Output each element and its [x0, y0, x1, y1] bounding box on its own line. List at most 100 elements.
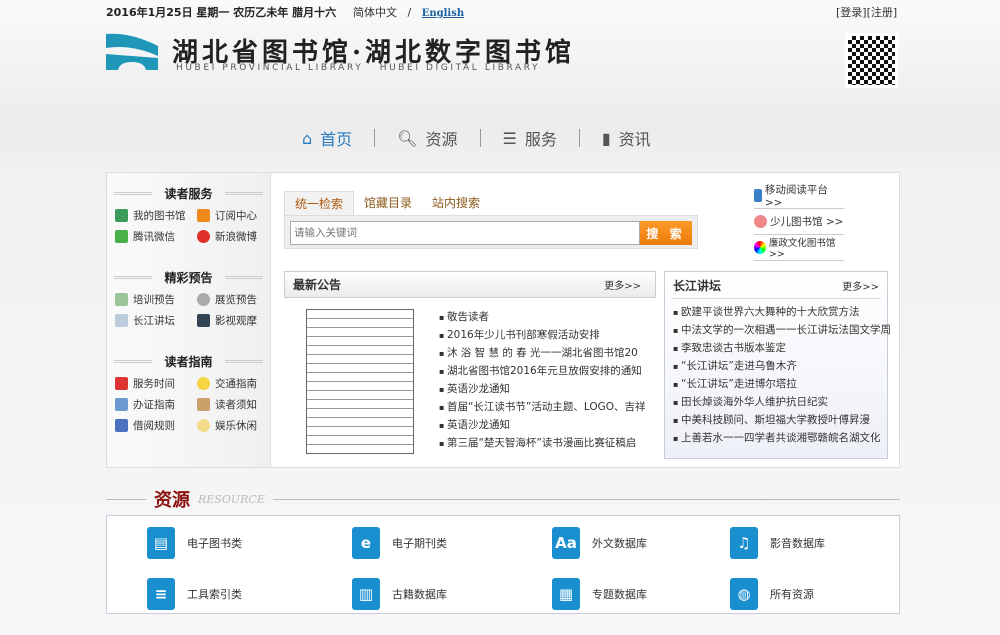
login-link[interactable]: [登录]: [836, 6, 867, 19]
tab-catalog[interactable]: 馆藏目录: [354, 191, 422, 215]
sidebar-heading: 读者服务: [107, 183, 270, 203]
search-box: 搜 索: [284, 215, 698, 249]
search-icon: 🔍︎: [397, 128, 418, 148]
resource-av-db[interactable]: ♫ 影音数据库: [730, 524, 930, 562]
sidebar-item-wechat[interactable]: 腾讯微信: [115, 228, 197, 245]
search-button[interactable]: 搜 索: [640, 221, 692, 245]
latest-notices: 最新公告 更多>> 敬告读者 2016年少儿书刊部寒假活动安排 沐 浴 智 慧 的…: [284, 271, 656, 457]
sidebar-item-forum[interactable]: 长江讲坛: [115, 312, 197, 329]
pages-icon: [115, 314, 128, 327]
resource-ejournals[interactable]: e 电子期刊类: [352, 524, 552, 562]
calendar-icon: [115, 377, 128, 390]
sidebar: 读者服务 我的图书馆 订阅中心 腾讯微信 新浪微博 精彩预告 培训预告 展览预告…: [107, 173, 271, 467]
notice-item[interactable]: 2016年少儿书刊部寒假活动安排: [439, 327, 646, 345]
notice-item[interactable]: 第三届“楚天智海杯”读书漫画比赛征稿启: [439, 435, 646, 453]
forum-more-link[interactable]: 更多>>: [842, 278, 879, 293]
library-logo[interactable]: 湖北省图书馆·湖北数字图书馆 HUBEI PROVINCIAL LIBRARY …: [106, 32, 571, 76]
forum-item[interactable]: “长江讲坛”走进乌鲁木齐: [673, 358, 887, 376]
item-label: 交通指南: [215, 378, 257, 390]
item-label: 新浪微博: [215, 231, 257, 243]
logo-en-text: HUBEI PROVINCIAL LIBRARY HUBEI DIGITAL L…: [176, 63, 541, 73]
book-icon: [115, 209, 128, 222]
forum-item[interactable]: 田长焯谈海外华人维护抗日纪实: [673, 394, 887, 412]
notice-item[interactable]: 敬告读者: [439, 309, 646, 327]
notice-item[interactable]: 湖北省图书馆2016年元旦放假安排的通知: [439, 363, 646, 381]
register-link[interactable]: [注册]: [867, 6, 898, 19]
divider: [272, 498, 900, 500]
link-integrity-library[interactable]: 廉政文化图书馆>>: [754, 235, 844, 261]
tab-unified-search[interactable]: 统一检索: [284, 191, 355, 215]
sidebar-item-film[interactable]: 影视观摩: [197, 312, 269, 329]
sidebar-item-traffic[interactable]: 交通指南: [197, 375, 269, 392]
resource-tools[interactable]: ≡ 工具索引类: [147, 576, 352, 614]
lang-cn-link[interactable]: 简体中文: [353, 6, 397, 19]
resource-label: 古籍数据库: [392, 588, 447, 602]
sidebar-item-rules[interactable]: 借阅规则: [115, 417, 197, 434]
quick-links: 移动阅读平台>> 少儿图书馆 >> 廉政文化图书馆>>: [754, 183, 844, 261]
lang-en-link[interactable]: English: [422, 8, 464, 19]
notice-item[interactable]: 首届“长江读书节”活动主题、LOGO、吉祥: [439, 399, 646, 417]
resource-label: 影音数据库: [770, 536, 825, 550]
resource-label: 外文数据库: [592, 536, 647, 550]
sidebar-heading: 读者指南: [107, 351, 270, 371]
item-label: 影视观摩: [215, 315, 257, 327]
sidebar-item-training[interactable]: 培训预告: [115, 291, 197, 308]
resource-subtitle: RESOURCE: [198, 492, 265, 506]
sidebar-item-hours[interactable]: 服务时间: [115, 375, 197, 392]
logo-mark-icon: [106, 33, 158, 70]
color-wheel-icon: [754, 241, 766, 254]
document-icon: [115, 293, 128, 306]
link-mobile-reading[interactable]: 移动阅读平台>>: [754, 183, 844, 209]
heading-text: 读者服务: [164, 186, 213, 201]
changjiang-forum: 长江讲坛 更多>> 欧建平谈世界六大舞种的十大欣赏方法 中法文学的一次相遇一一长江…: [664, 271, 891, 459]
nav-news[interactable]: ▮ 资讯: [580, 126, 673, 150]
item-label: 借阅规则: [133, 420, 175, 432]
clipboard-icon: [197, 398, 210, 411]
weibo-icon: [197, 230, 210, 243]
resource-ancient-books[interactable]: ▥ 古籍数据库: [352, 576, 552, 614]
resource-topic-db[interactable]: ▦ 专题数据库: [552, 576, 730, 614]
forum-item[interactable]: 欧建平谈世界六大舞种的十大欣赏方法: [673, 304, 887, 322]
nav-label: 首页: [320, 130, 353, 149]
link-children-library[interactable]: 少儿图书馆 >>: [754, 209, 844, 235]
sidebar-item-exhibition[interactable]: 展览预告: [197, 291, 269, 308]
search-tabs: 统一检索 馆藏目录 站内搜索: [284, 191, 490, 215]
sidebar-item-notice[interactable]: 读者须知: [197, 396, 269, 413]
forum-item[interactable]: 李致忠谈古书版本鉴定: [673, 340, 887, 358]
date-text: 2016年1月25日 星期一 农历乙未年 腊月十六: [106, 6, 337, 19]
notice-item[interactable]: 英语沙龙通知: [439, 417, 646, 435]
forum-item[interactable]: 上善若水一一四学者共谈湘鄂赣皖名湖文化: [673, 430, 887, 448]
resource-label: 电子期刊类: [392, 536, 447, 550]
forum-title: 长江讲坛: [673, 278, 722, 293]
notice-item[interactable]: 沐 浴 智 慧 的 春 光一一湖北省图书馆20: [439, 345, 646, 363]
qr-code: [845, 33, 898, 88]
language-switch: 简体中文 / English: [353, 4, 464, 20]
sidebar-item-weibo[interactable]: 新浪微博: [197, 228, 269, 245]
notices-more-link[interactable]: 更多>>: [604, 277, 641, 292]
notices-title: 最新公告: [293, 278, 342, 292]
nav-home[interactable]: ⌂ 首页: [280, 126, 374, 150]
child-icon: [754, 215, 767, 228]
resource-ebooks[interactable]: ▤ 电子图书类: [147, 524, 352, 562]
resource-heading: 资源 RESOURCE: [106, 486, 900, 512]
sidebar-item-card[interactable]: 办证指南: [115, 396, 197, 413]
sidebar-item-rss[interactable]: 订阅中心: [197, 207, 269, 224]
resource-all[interactable]: ◍ 所有资源: [730, 576, 930, 614]
forum-item[interactable]: 中美科技顾问、斯坦福大学教授叶傅昇漫: [673, 412, 887, 430]
sidebar-item-leisure[interactable]: 娱乐休闲: [197, 417, 269, 434]
forum-item[interactable]: “长江讲坛”走进博尔塔拉: [673, 376, 887, 394]
sidebar-item-my-library[interactable]: 我的图书馆: [115, 207, 197, 224]
tab-site-search[interactable]: 站内搜索: [422, 191, 490, 215]
sidebar-heading: 精彩预告: [107, 267, 270, 287]
microphone-icon: [197, 293, 210, 306]
ejournal-icon: e: [352, 526, 380, 559]
notice-item[interactable]: 英语沙龙通知: [439, 381, 646, 399]
forum-item[interactable]: 中法文学的一次相遇一一长江讲坛法国文学周: [673, 322, 891, 340]
globe-icon: ◍: [730, 578, 758, 611]
resource-foreign-db[interactable]: Aa 外文数据库: [552, 524, 730, 562]
item-label: 展览预告: [215, 294, 257, 306]
nav-resource[interactable]: 🔍︎ 资源: [375, 126, 479, 150]
notice-thumbnail[interactable]: [306, 309, 414, 454]
search-input[interactable]: [290, 221, 640, 245]
nav-service[interactable]: ☰ 服务: [481, 126, 579, 150]
